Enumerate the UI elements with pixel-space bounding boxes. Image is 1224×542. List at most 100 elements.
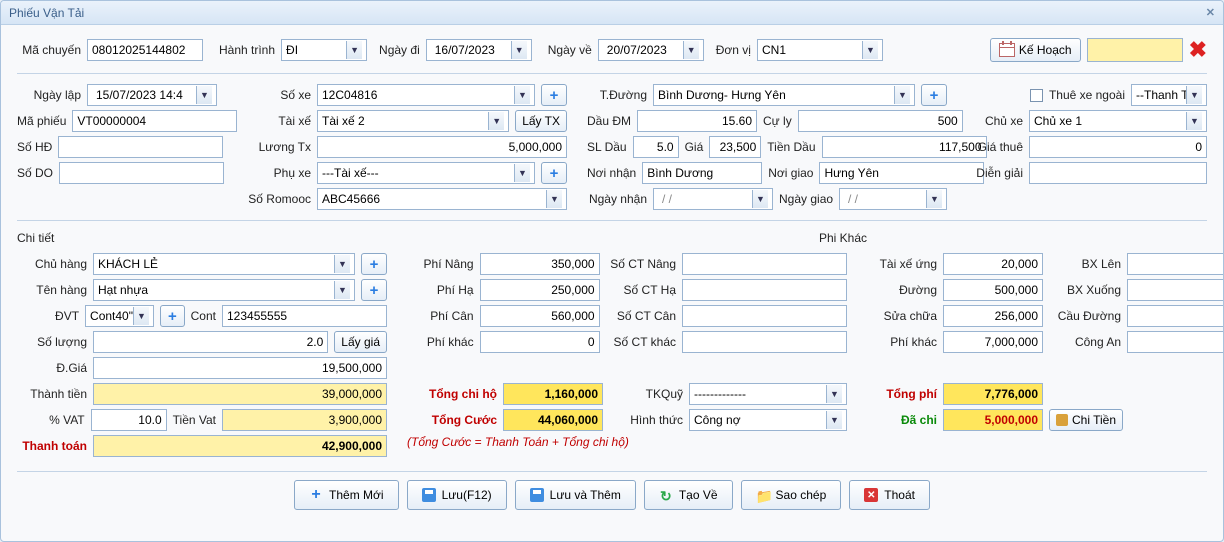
add-so-xe-button[interactable]: + — [541, 84, 567, 106]
chevron-down-icon[interactable]: ▼ — [196, 86, 212, 104]
phu-xe-select[interactable]: ---Tài xế---▼ — [317, 162, 535, 184]
chevron-down-icon[interactable]: ▼ — [334, 255, 350, 273]
chevron-down-icon[interactable]: ▼ — [752, 190, 768, 208]
chevron-down-icon[interactable]: ▼ — [346, 41, 362, 59]
sao-chep-button[interactable]: 📁Sao chép — [741, 480, 842, 510]
add-chu-hang-button[interactable]: + — [361, 253, 387, 275]
gia-thue-input[interactable] — [1029, 136, 1207, 158]
chevron-down-icon[interactable]: ▼ — [133, 307, 149, 325]
ma-phieu-input[interactable] — [72, 110, 237, 132]
them-moi-button[interactable]: +Thêm Mới — [294, 480, 399, 510]
add-t-duong-button[interactable]: + — [921, 84, 947, 106]
chevron-down-icon[interactable]: ▼ — [546, 190, 562, 208]
so-ct-ha-input[interactable] — [682, 279, 847, 301]
luong-tx-input[interactable] — [317, 136, 567, 158]
phi-khac3-input[interactable] — [943, 331, 1043, 353]
phi-can-input[interactable] — [480, 305, 600, 327]
noi-giao-label: Nơi giao — [768, 166, 813, 180]
chevron-down-icon[interactable]: ▼ — [926, 190, 942, 208]
don-vi-select[interactable]: CN1▼ — [757, 39, 883, 61]
dvt-select[interactable]: Cont40"▼ — [85, 305, 154, 327]
add-phu-xe-button[interactable]: + — [541, 162, 567, 184]
detail-section: Chủ hàngKHÁCH LẺ▼+ Tên hàngHạt nhựa▼+ ĐV… — [17, 253, 1207, 457]
so-ct-khac-input[interactable] — [682, 331, 847, 353]
dien-giai-input[interactable] — [1029, 162, 1207, 184]
luu-button[interactable]: Lưu(F12) — [407, 480, 507, 510]
chevron-down-icon[interactable]: ▼ — [683, 41, 699, 59]
close-icon[interactable]: ✕ — [1206, 6, 1215, 19]
ngay-ve-input[interactable]: 20/07/2023▼ — [598, 39, 704, 61]
vat-input[interactable] — [91, 409, 167, 431]
cau-duong-input[interactable] — [1127, 305, 1224, 327]
chevron-down-icon[interactable]: ▼ — [488, 112, 504, 130]
so-hd-input[interactable] — [58, 136, 223, 158]
chevron-down-icon[interactable]: ▼ — [514, 164, 530, 182]
bx-len-input[interactable] — [1127, 253, 1224, 275]
t-duong-select[interactable]: Bình Dương- Hưng Yên▼ — [653, 84, 915, 106]
thanh-tien-input[interactable] — [93, 383, 387, 405]
so-xe-select[interactable]: 12C04816▼ — [317, 84, 535, 106]
thoat-button[interactable]: ✕Thoát — [849, 480, 930, 510]
ngay-giao-input[interactable]: / /▼ — [839, 188, 947, 210]
chu-xe-select[interactable]: Chủ xe 1▼ — [1029, 110, 1207, 132]
duong-input[interactable] — [943, 279, 1043, 301]
luu-va-them-button[interactable]: Lưu và Thêm — [515, 480, 636, 510]
chevron-down-icon[interactable]: ▼ — [862, 41, 878, 59]
chevron-down-icon[interactable]: ▼ — [1186, 112, 1202, 130]
gia-input[interactable] — [709, 136, 761, 158]
ngay-lap-input[interactable]: 15/07/2023 14:4▼ — [87, 84, 217, 106]
ke-hoach-button[interactable]: Kế Hoạch — [990, 38, 1081, 62]
chevron-down-icon[interactable]: ▼ — [334, 281, 350, 299]
so-romooc-label: Số Romooc — [237, 192, 311, 206]
chu-hang-select[interactable]: KHÁCH LẺ▼ — [93, 253, 355, 275]
tai-xe-select[interactable]: Tài xế 2▼ — [317, 110, 509, 132]
add-dvt-button[interactable]: + — [160, 305, 185, 327]
noi-giao-input[interactable] — [819, 162, 984, 184]
ngay-di-input[interactable]: 16/07/2023▼ — [426, 39, 532, 61]
bx-xuong-input[interactable] — [1127, 279, 1224, 301]
hanh-trinh-select[interactable]: ĐI▼ — [281, 39, 367, 61]
tao-ve-button[interactable]: ↻Tạo Về — [644, 480, 733, 510]
chi-tien-button[interactable]: Chi Tiền — [1049, 409, 1123, 431]
phi-ha-input[interactable] — [480, 279, 600, 301]
cu-ly-input[interactable] — [798, 110, 963, 132]
plus-icon: + — [370, 256, 379, 273]
dau-dm-input[interactable] — [637, 110, 757, 132]
chevron-down-icon[interactable]: ▼ — [1186, 86, 1202, 104]
ke-hoach-search-input[interactable] — [1087, 38, 1183, 62]
tx-ung-input[interactable] — [943, 253, 1043, 275]
ten-hang-select[interactable]: Hạt nhựa▼ — [93, 279, 355, 301]
thanh-to-select[interactable]: --Thanh To▼ — [1131, 84, 1207, 106]
chevron-down-icon[interactable]: ▼ — [826, 411, 842, 429]
lay-tx-button[interactable]: Lấy TX — [515, 110, 567, 132]
chevron-down-icon[interactable]: ▼ — [514, 86, 530, 104]
hinh-thuc-select[interactable]: Công nợ▼ — [689, 409, 847, 431]
chevron-down-icon[interactable]: ▼ — [511, 41, 527, 59]
so-ct-nang-input[interactable] — [682, 253, 847, 275]
so-xe-label: Số xe — [237, 88, 311, 102]
ngay-nhan-input[interactable]: / /▼ — [653, 188, 773, 210]
chevron-down-icon[interactable]: ▼ — [894, 86, 910, 104]
clear-icon[interactable]: ✖ — [1189, 37, 1207, 63]
chevron-down-icon[interactable]: ▼ — [826, 385, 842, 403]
phi-khac2-input[interactable] — [480, 331, 600, 353]
sl-dau-input[interactable] — [633, 136, 679, 158]
d-gia-input[interactable] — [93, 357, 387, 379]
cont-input[interactable] — [222, 305, 387, 327]
cong-an-input[interactable] — [1127, 331, 1224, 353]
lay-gia-button[interactable]: Lấy giá — [334, 331, 387, 353]
thue-ngoai-checkbox[interactable] — [1030, 89, 1043, 102]
so-romooc-select[interactable]: ABC45666▼ — [317, 188, 567, 210]
so-ct-can-input[interactable] — [682, 305, 847, 327]
so-do-input[interactable] — [59, 162, 224, 184]
ma-chuyen-input[interactable] — [87, 39, 203, 61]
phi-nang-input[interactable] — [480, 253, 600, 275]
noi-nhan-input[interactable] — [642, 162, 762, 184]
tk-quy-select[interactable]: -------------▼ — [689, 383, 847, 405]
sua-chua-input[interactable] — [943, 305, 1043, 327]
so-luong-input[interactable] — [93, 331, 328, 353]
tien-dau-input[interactable] — [822, 136, 987, 158]
tien-vat-input[interactable] — [222, 409, 387, 431]
hanh-trinh-label: Hành trình — [219, 43, 275, 57]
add-ten-hang-button[interactable]: + — [361, 279, 387, 301]
